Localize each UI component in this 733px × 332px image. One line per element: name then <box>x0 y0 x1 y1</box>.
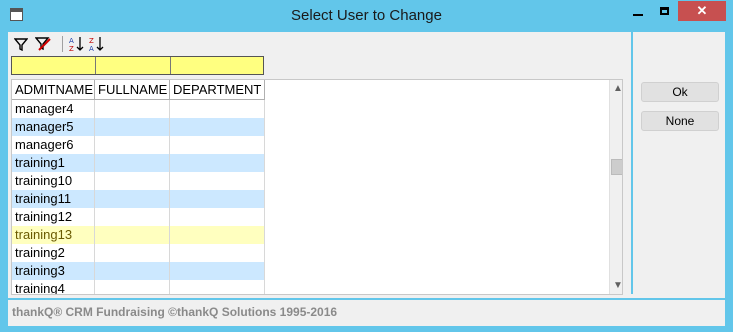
cell-admitname: training11 <box>12 190 95 208</box>
scroll-up-button[interactable]: ▲ <box>610 80 623 96</box>
cell-fullname <box>95 172 170 190</box>
cell-admitname: training4 <box>12 280 95 294</box>
cell-fullname <box>95 118 170 136</box>
filter-fullname-input[interactable] <box>95 57 171 74</box>
cell-fullname <box>95 280 170 294</box>
filter-icon <box>14 38 28 51</box>
cell-fullname <box>95 136 170 154</box>
filter-button[interactable] <box>12 35 30 53</box>
filter-department-input[interactable] <box>170 57 263 74</box>
cell-department <box>170 118 265 136</box>
cell-fullname <box>95 154 170 172</box>
cell-admitname: training12 <box>12 208 95 226</box>
table-row[interactable]: training10 <box>12 172 265 190</box>
maximize-icon <box>660 7 669 15</box>
cell-admitname: training2 <box>12 244 95 262</box>
cell-admitname: training1 <box>12 154 95 172</box>
grid-panel: AZ ZA ADMITNAME FULLNAME DEPARTMENT mana… <box>8 32 625 295</box>
cell-department <box>170 154 265 172</box>
chevron-up-icon: ▲ <box>613 82 623 94</box>
cell-fullname <box>95 190 170 208</box>
table-row[interactable]: training4 <box>12 280 265 294</box>
cell-department <box>170 208 265 226</box>
table-row[interactable]: training12 <box>12 208 265 226</box>
close-button[interactable]: ✕ <box>678 1 726 21</box>
column-header-admitname[interactable]: ADMITNAME <box>12 80 95 100</box>
column-header-fullname[interactable]: FULLNAME <box>95 80 170 100</box>
sort-descending-icon: ZA <box>89 37 104 52</box>
cell-department <box>170 226 265 244</box>
table-row[interactable]: manager4 <box>12 100 265 118</box>
grid-rows: manager4 manager5 manager6 training1 trainin… <box>12 100 265 294</box>
cell-department <box>170 190 265 208</box>
column-header-department[interactable]: DEPARTMENT <box>170 80 265 100</box>
table-row[interactable]: training1 <box>12 154 265 172</box>
cell-department <box>170 262 265 280</box>
ok-button[interactable]: Ok <box>641 82 719 102</box>
cell-fullname <box>95 226 170 244</box>
none-button[interactable]: None <box>641 111 719 131</box>
svg-text:Z: Z <box>69 45 74 52</box>
cell-admitname: manager4 <box>12 100 95 118</box>
sort-descending-button[interactable]: ZA <box>88 35 106 53</box>
cell-department <box>170 280 265 294</box>
status-bar: thankQ® CRM Fundraising ©thankQ Solution… <box>8 298 725 324</box>
cell-admitname: training3 <box>12 262 95 280</box>
scrollbar-thumb[interactable] <box>611 159 622 175</box>
cell-admitname: training10 <box>12 172 95 190</box>
cell-fullname <box>95 262 170 280</box>
chevron-down-icon: ▼ <box>613 279 623 291</box>
cell-fullname <box>95 208 170 226</box>
users-grid: ADMITNAME FULLNAME DEPARTMENT manager4 ma… <box>11 79 623 295</box>
maximize-button[interactable] <box>651 1 678 21</box>
svg-text:A: A <box>89 45 94 52</box>
cell-department <box>170 244 265 262</box>
table-row[interactable]: training13 <box>12 226 265 244</box>
sort-ascending-icon: AZ <box>69 37 84 52</box>
table-row[interactable]: training3 <box>12 262 265 280</box>
sort-ascending-button[interactable]: AZ <box>68 35 86 53</box>
cell-department <box>170 136 265 154</box>
cell-admitname: manager5 <box>12 118 95 136</box>
filter-admitname-input[interactable] <box>12 57 96 74</box>
dialog-window: Select User to Change ✕ AZ ZA ADMITNAME … <box>0 0 733 332</box>
table-row[interactable]: manager5 <box>12 118 265 136</box>
minimize-icon <box>632 14 643 16</box>
cell-admitname: training13 <box>12 226 95 244</box>
clear-filter-button[interactable] <box>34 35 52 53</box>
filter-row <box>11 56 264 75</box>
cell-fullname <box>95 100 170 118</box>
table-row[interactable]: training11 <box>12 190 265 208</box>
dialog-body: AZ ZA ADMITNAME FULLNAME DEPARTMENT mana… <box>8 32 725 326</box>
clear-filter-icon <box>35 37 51 51</box>
title-bar[interactable]: Select User to Change ✕ <box>0 0 733 32</box>
cell-department <box>170 100 265 118</box>
button-panel: Ok None <box>631 32 725 294</box>
table-row[interactable]: manager6 <box>12 136 265 154</box>
cell-fullname <box>95 244 170 262</box>
grid-toolbar: AZ ZA <box>8 32 625 56</box>
svg-text:Z: Z <box>89 37 94 45</box>
vertical-scrollbar[interactable]: ▲ ▼ <box>609 80 623 294</box>
table-row[interactable]: training2 <box>12 244 265 262</box>
cell-department <box>170 172 265 190</box>
scroll-down-button[interactable]: ▼ <box>610 277 623 293</box>
close-icon: ✕ <box>696 3 708 18</box>
cell-admitname: manager6 <box>12 136 95 154</box>
copyright-text: thankQ® CRM Fundraising ©thankQ Solution… <box>12 305 338 319</box>
minimize-button[interactable] <box>624 1 651 21</box>
toolbar-separator <box>62 36 63 52</box>
grid-header: ADMITNAME FULLNAME DEPARTMENT <box>12 80 265 100</box>
svg-text:A: A <box>69 37 74 45</box>
